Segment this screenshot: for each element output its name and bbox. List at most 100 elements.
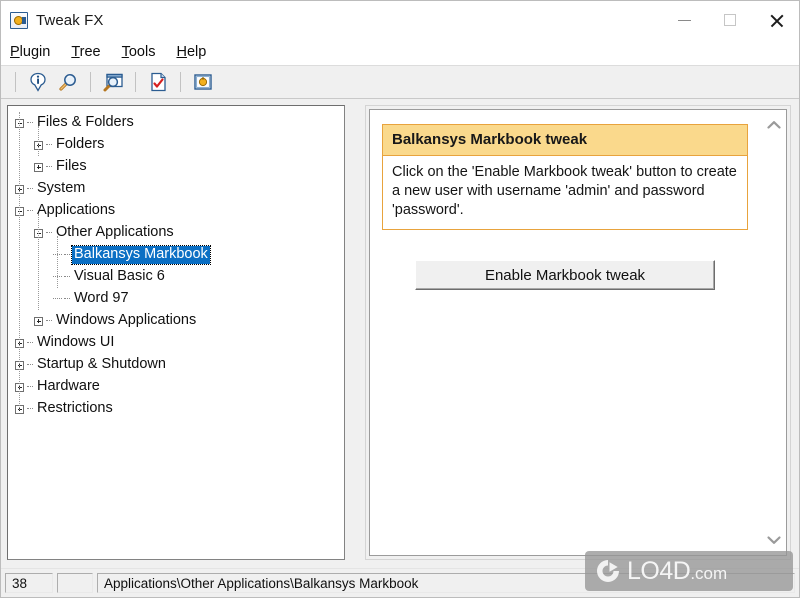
toolbar-button-find-in-window[interactable] (98, 69, 128, 95)
tree-guide-line (19, 112, 20, 410)
tree-node-label: Visual Basic 6 (74, 268, 165, 285)
tree-node-label: Startup & Shutdown (37, 356, 166, 373)
enable-markbook-tweak-button[interactable]: Enable Markbook tweak (415, 260, 715, 291)
close-icon (769, 13, 784, 28)
tree-connector (46, 144, 52, 146)
tree-node[interactable]: Other Applications (8, 222, 344, 244)
close-button[interactable] (753, 1, 799, 39)
tree-panel[interactable]: Files & Folders Folders Files System Applica… (7, 105, 345, 560)
tweak-action-row: Enable Markbook tweak (382, 260, 748, 291)
tree-guide-line (38, 214, 39, 310)
tree-node[interactable]: Visual Basic 6 (8, 266, 344, 288)
tree-connector (27, 386, 33, 388)
tree-connector (27, 122, 33, 124)
status-spacer (57, 573, 93, 593)
chevron-down-icon (766, 536, 781, 544)
tree-node-label: Windows Applications (56, 312, 197, 329)
menu-item-plugin[interactable]: Plugin (10, 44, 50, 60)
toolbar-separator (15, 72, 16, 92)
tree-node[interactable]: Windows UI (8, 332, 344, 354)
toolbar-separator (90, 72, 91, 92)
tree-node-label: Other Applications (56, 224, 174, 241)
chevron-up-icon (766, 121, 781, 129)
toolbar-separator (135, 72, 136, 92)
tree-connector (27, 188, 33, 190)
info-icon (30, 72, 46, 92)
tweak-info-box: Balkansys Markbook tweak Click on the 'E… (382, 124, 748, 231)
scrollbar-up-button[interactable] (765, 116, 783, 134)
toolbar-button-plugin[interactable] (188, 69, 218, 95)
tweak-detail-panel: Balkansys Markbook tweak Click on the 'E… (369, 109, 787, 556)
toolbar-button-checked-document[interactable] (143, 69, 173, 95)
tree-connector (46, 232, 52, 234)
tree-connector (27, 408, 33, 410)
detail-vertical-scrollbar[interactable] (760, 110, 786, 555)
tweak-info-title: Balkansys Markbook tweak (383, 125, 747, 156)
tweakfx-app-icon (10, 11, 28, 29)
tree-connector (46, 320, 52, 322)
main-content-area: Files & Folders Folders Files System Applica… (1, 99, 799, 568)
tree-node[interactable]: Hardware (8, 376, 344, 398)
tweak-category-tree[interactable]: Files & Folders Folders Files System Applica… (8, 106, 344, 420)
tree-node[interactable]: Startup & Shutdown (8, 354, 344, 376)
tweak-detail-content: Balkansys Markbook tweak Click on the 'E… (370, 110, 760, 555)
tree-node-label: Folders (56, 136, 105, 153)
menu-item-help[interactable]: Help (176, 44, 206, 60)
tree-node-label: Word 97 (74, 290, 129, 307)
minimize-icon (677, 19, 691, 21)
tree-connector (64, 254, 70, 256)
maximize-icon (724, 14, 736, 26)
tree-node-label: Restrictions (37, 400, 113, 417)
title-bar-left: Tweak FX (1, 11, 104, 29)
tree-node[interactable]: Restrictions (8, 398, 344, 420)
tree-connector (27, 342, 33, 344)
tree-node[interactable]: Folders (8, 134, 344, 156)
tree-leaf-connector (53, 298, 62, 300)
tree-node[interactable]: Balkansys Markbook (8, 244, 344, 266)
checked-document-icon (151, 72, 166, 92)
tweak-detail-groupbox: Balkansys Markbook tweak Click on the 'E… (365, 105, 791, 560)
find-in-window-icon (103, 73, 123, 92)
tree-node[interactable]: Files (8, 156, 344, 178)
tree-node-label: Files & Folders (37, 114, 134, 131)
maximize-button[interactable] (707, 1, 753, 39)
tree-connector (27, 364, 33, 366)
toolbar (1, 65, 799, 99)
tree-node[interactable]: Windows Applications (8, 310, 344, 332)
tree-node-label: Applications (37, 202, 116, 219)
status-bar: 38 Applications\Other Applications\Balka… (1, 568, 799, 597)
menu-bar: Plugin Tree Tools Help (1, 39, 799, 65)
minimize-button[interactable] (661, 1, 707, 39)
window-controls (661, 1, 799, 39)
tree-node-label: System (37, 180, 86, 197)
tree-node-label: Balkansys Markbook (71, 245, 211, 265)
scrollbar-down-button[interactable] (765, 531, 783, 549)
tweak-info-text: Click on the 'Enable Markbook tweak' but… (392, 164, 737, 219)
toolbar-separator (180, 72, 181, 92)
tree-connector (64, 298, 70, 300)
menu-item-tree[interactable]: Tree (71, 44, 100, 60)
tree-node-label: Hardware (37, 378, 100, 395)
tree-node[interactable]: Files & Folders (8, 112, 344, 134)
window-title: Tweak FX (36, 11, 104, 29)
title-bar: Tweak FX (1, 1, 799, 39)
tree-connector (27, 210, 33, 212)
status-count: 38 (5, 573, 53, 593)
tree-expand-icon[interactable] (34, 162, 43, 172)
tree-node-label: Files (56, 158, 87, 175)
toolbar-button-info[interactable] (23, 69, 53, 95)
status-path: Applications\Other Applications\Balkansy… (97, 573, 795, 593)
tree-node[interactable]: Word 97 (8, 288, 344, 310)
tree-node[interactable]: System (8, 178, 344, 200)
tree-guide-line (38, 126, 39, 156)
tree-connector (64, 276, 70, 278)
tree-guide-line (57, 236, 58, 288)
toolbar-button-search[interactable] (53, 69, 83, 95)
plugin-icon (194, 74, 212, 90)
tree-expand-icon[interactable] (34, 316, 43, 326)
search-magnifier-icon (59, 74, 76, 91)
menu-item-tools[interactable]: Tools (122, 44, 156, 60)
tree-node-label: Windows UI (37, 334, 115, 351)
tree-node[interactable]: Applications (8, 200, 344, 222)
application-window: Tweak FX Plugin Tree Tools Help Files & … (0, 0, 800, 598)
